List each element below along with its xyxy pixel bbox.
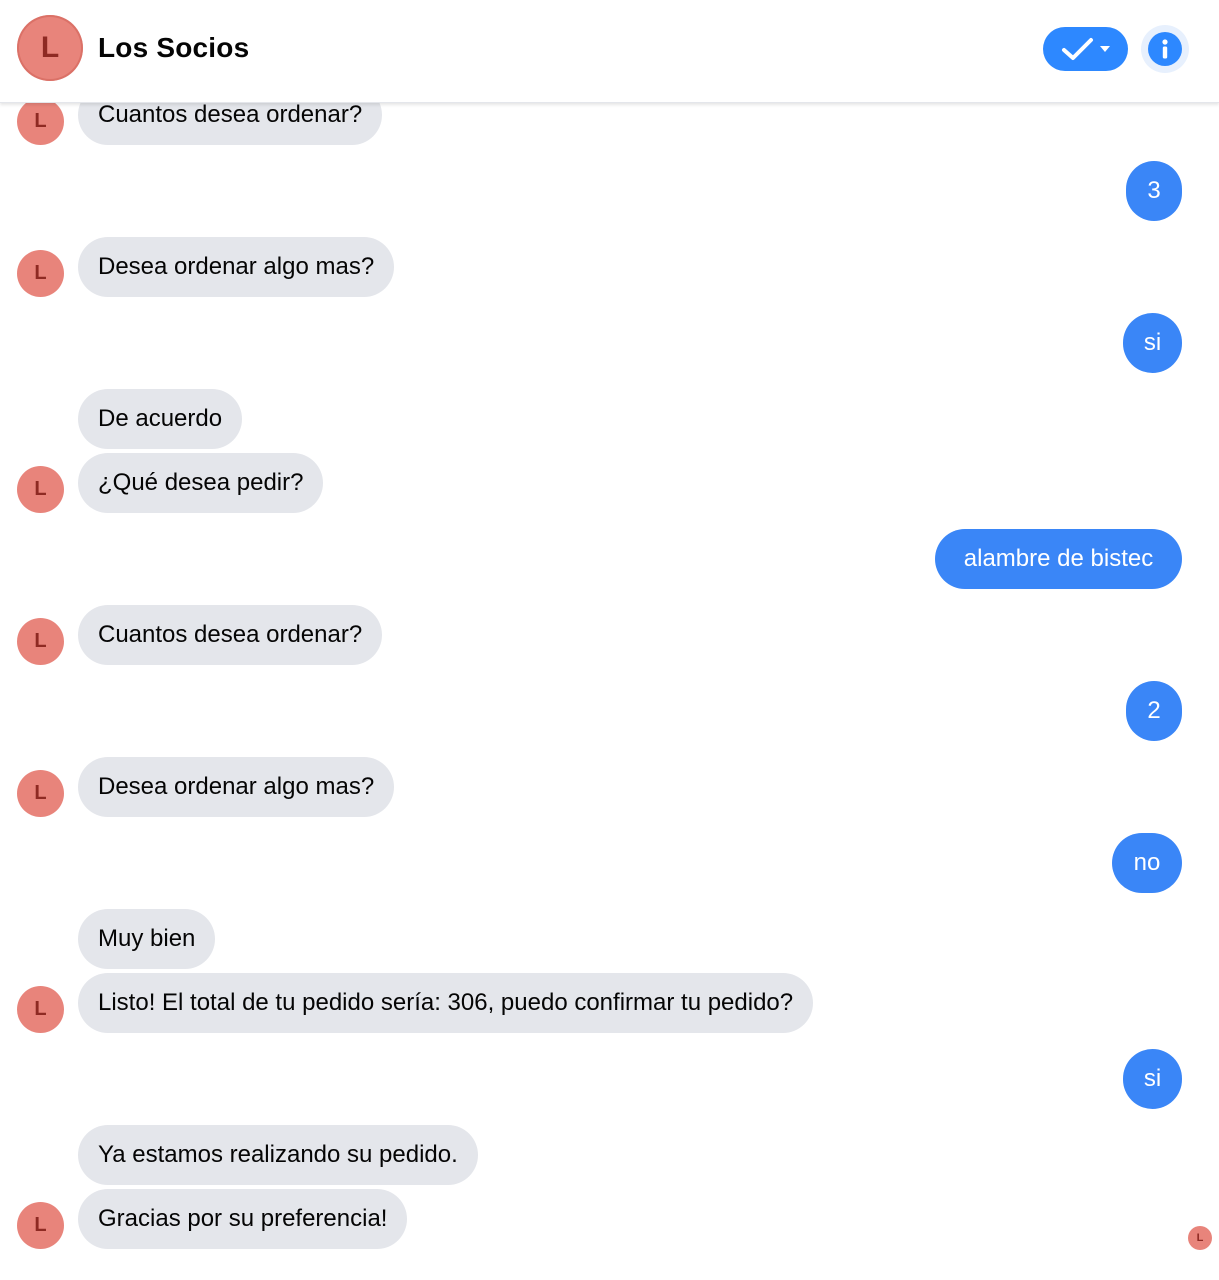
message-bubble[interactable]: si (1123, 313, 1182, 373)
mark-done-button[interactable] (1043, 27, 1128, 71)
sender-avatar[interactable]: L (17, 1202, 64, 1249)
message-bubble[interactable]: 3 (1126, 161, 1182, 221)
seen-indicator-avatar: L (1188, 1226, 1212, 1250)
message-bubble[interactable]: ¿Qué desea pedir? (78, 453, 324, 513)
sender-avatar[interactable]: L (17, 98, 64, 145)
chat-header: L Los Socios (0, 0, 1219, 103)
contact-avatar-letter: L (40, 31, 60, 64)
message-bubble[interactable]: Cuantos desea ordenar? (78, 605, 383, 665)
message-bubble[interactable]: Listo! El total de tu pedido sería: 306,… (78, 973, 814, 1033)
contact-name[interactable]: Los Socios (98, 32, 249, 64)
chevron-down-icon (1099, 46, 1110, 52)
info-button[interactable] (1141, 25, 1189, 73)
info-icon (1148, 32, 1182, 66)
check-icon (1061, 38, 1093, 60)
message-bubble[interactable]: alambre de bistec (935, 529, 1182, 589)
sender-avatar[interactable]: L (17, 618, 64, 665)
message-bubble[interactable]: Desea ordenar algo mas? (78, 237, 395, 297)
message-bubble[interactable]: 2 (1126, 681, 1182, 741)
message-bubble[interactable]: si (1123, 1049, 1182, 1109)
message-bubble[interactable]: no (1112, 833, 1182, 893)
message-bubble[interactable]: Muy bien (78, 909, 216, 969)
message-bubble[interactable]: Ya estamos realizando su pedido. (78, 1125, 478, 1185)
message-bubble[interactable]: Desea ordenar algo mas? (78, 757, 395, 817)
sender-avatar[interactable]: L (17, 770, 64, 817)
sender-avatar[interactable]: L (17, 986, 64, 1033)
message-bubble[interactable]: De acuerdo (78, 389, 243, 449)
contact-avatar[interactable]: L (17, 15, 83, 81)
sender-avatar[interactable]: L (17, 250, 64, 297)
sender-avatar[interactable]: L (17, 466, 64, 513)
message-bubble[interactable]: Gracias por su preferencia! (78, 1189, 408, 1249)
